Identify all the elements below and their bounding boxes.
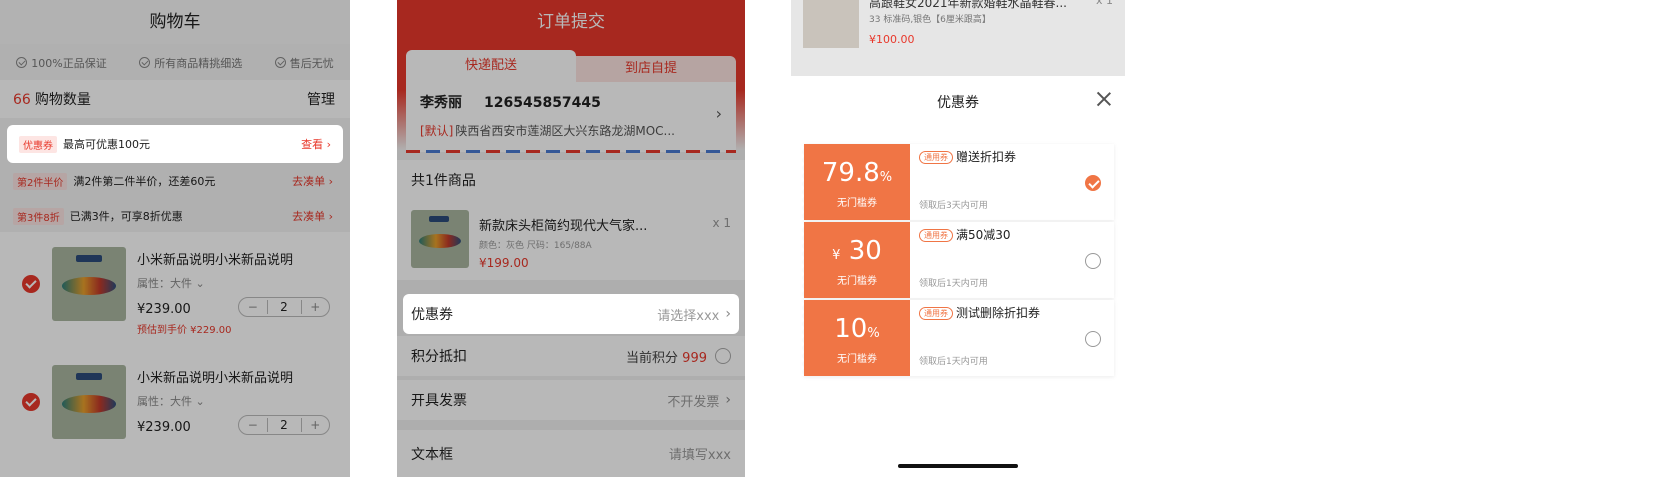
dim-overlay (397, 0, 745, 477)
sheet-title: 优惠券 (937, 95, 979, 111)
coupon-type-tag: 通用券 (919, 229, 953, 242)
coupon-radio[interactable] (1085, 331, 1101, 347)
coupon-card[interactable]: ¥ 30 无门槛券 通用券 满50减30 领取后1天内可用 (801, 222, 1114, 298)
coupon-select[interactable]: 请选择xxx (657, 305, 719, 324)
coupon-prefix: ¥ (832, 248, 841, 263)
view-coupons-link[interactable]: 查看 › (301, 136, 331, 152)
coupon-unit: % (879, 170, 893, 185)
coupon-validity: 领取后3天内可用 (919, 201, 988, 211)
dim-overlay (0, 0, 350, 477)
bg-product-price: ¥100.00 (869, 33, 915, 46)
coupon-sheet: 优惠券 79.8% 无门槛券 通用券 赠送折扣券 领取后3天内可用 ¥ 30 无… (791, 76, 1125, 477)
bg-product-qty: x 1 (1095, 0, 1113, 7)
coupon-unit: % (867, 326, 880, 341)
coupon-validity: 领取后1天内可用 (919, 357, 988, 367)
close-icon[interactable] (1095, 90, 1113, 108)
coupon-tag: 优惠券 (19, 135, 57, 153)
product-thumbnail (803, 0, 859, 48)
bg-product-spec: 33 标准码,银色【6厘米跟高】 (869, 15, 991, 25)
coupon-text: 最高可优惠100元 (63, 138, 150, 151)
background-product: 高跟鞋女2021年新款婚鞋水晶鞋春... 33 标准码,银色【6厘米跟高】 ¥1… (791, 0, 1125, 76)
order-screen: 订单提交 到店自提 快递配送 李秀丽 126545857445 [默认] 陕西省西安… (397, 0, 745, 477)
coupon-value: 10 (834, 314, 868, 344)
coupon-type-tag: 通用券 (919, 151, 953, 164)
coupon-radio-selected[interactable] (1085, 175, 1101, 191)
coupon-card[interactable]: 10% 无门槛券 通用券 测试删除折扣券 领取后1天内可用 (801, 300, 1114, 376)
home-indicator (898, 464, 1018, 468)
coupon-strip[interactable]: 优惠券 最高可优惠100元 查看 › (7, 125, 343, 163)
coupon-condition: 无门槛券 (837, 354, 877, 365)
coupon-name: 测试删除折扣券 (956, 306, 1041, 320)
coupon-radio[interactable] (1085, 253, 1101, 269)
coupon-validity: 领取后1天内可用 (919, 279, 988, 289)
coupon-name: 赠送折扣券 (956, 150, 1017, 164)
chevron-right-icon: › (725, 306, 731, 322)
cart-screen: 购物车 100%正品保证 所有商品精挑细选 售后无忧 66 购物数量 管理 第2件… (0, 0, 350, 477)
coupon-value: 79.8 (821, 158, 880, 188)
coupon-name: 满50减30 (956, 228, 1011, 242)
coupon-type-tag: 通用券 (919, 307, 953, 320)
bg-product-title: 高跟鞋女2021年新款婚鞋水晶鞋春... (869, 0, 1067, 10)
coupon-condition: 无门槛券 (837, 276, 877, 287)
coupon-sheet-screen: 高跟鞋女2021年新款婚鞋水晶鞋春... 33 标准码,银色【6厘米跟高】 ¥1… (791, 0, 1125, 477)
coupon-row[interactable]: 优惠券 请选择xxx › (403, 294, 739, 334)
coupon-condition: 无门槛券 (837, 198, 877, 209)
coupon-label: 优惠券 (411, 307, 453, 323)
coupon-card[interactable]: 79.8% 无门槛券 通用券 赠送折扣券 领取后3天内可用 (801, 144, 1114, 220)
coupon-value: 30 (848, 236, 882, 266)
